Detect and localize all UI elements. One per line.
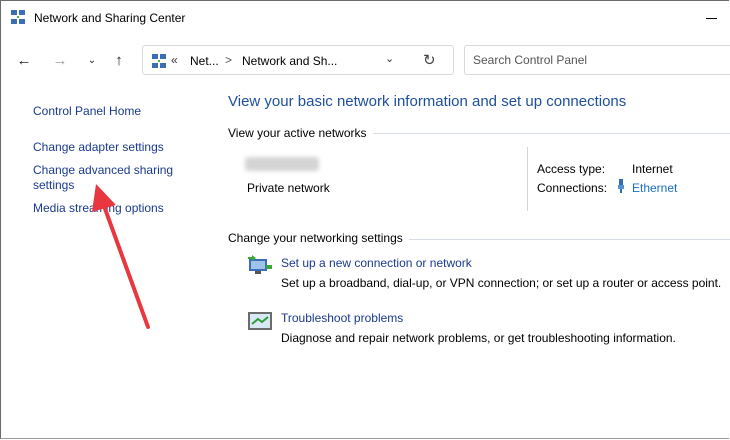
window: Network and Sharing Center ← → ⌄ ↑ « Net… [0,0,730,439]
network-name-redacted [245,157,319,171]
access-type-label: Access type: [537,162,606,176]
breadcrumb-item[interactable]: Net... [190,54,219,68]
change-settings-label: Change your networking settings [228,231,409,245]
connections-label: Connections: [537,181,608,195]
breadcrumb-separator[interactable]: > [225,53,232,67]
ethernet-connection-link[interactable]: Ethernet [632,181,677,195]
network-type: Private network [247,181,330,195]
page-title: View your basic network information and … [228,93,627,110]
minimize-button[interactable] [701,9,730,29]
network-center-icon [11,10,25,24]
recent-locations-chevron-icon[interactable]: ⌄ [82,51,102,71]
sidebar-link-change-advanced-sharing[interactable]: Change advanced sharing settings [33,163,193,193]
minimize-icon [706,18,717,19]
setup-new-connection-description: Set up a broadband, dial-up, or VPN conn… [281,276,722,290]
title-bar[interactable]: Network and Sharing Center [1,1,730,35]
search-input[interactable] [471,52,725,68]
search-box[interactable] [464,45,730,75]
control-panel-icon [152,54,166,68]
navigation-bar: ← → ⌄ ↑ « Net... > Network and Sh... ⌄ ↻ [1,41,730,81]
refresh-icon[interactable]: ↻ [423,51,436,69]
troubleshoot-icon [248,312,272,330]
breadcrumb-item[interactable]: Network and Sh... [242,54,337,68]
sidebar-link-change-adapter-settings[interactable]: Change adapter settings [33,140,164,155]
setup-new-connection-link[interactable]: Set up a new connection or network [281,256,472,270]
active-networks-label: View your active networks [228,126,373,140]
vertical-divider [527,147,528,211]
back-arrow-icon[interactable]: ← [14,51,34,71]
divider [369,133,730,134]
up-arrow-icon[interactable]: ↑ [109,51,129,71]
access-type-value: Internet [632,162,673,176]
breadcrumb-overflow-icon[interactable]: « [171,53,178,67]
address-dropdown-chevron-icon[interactable]: ⌄ [385,52,394,65]
new-connection-icon [248,255,272,274]
divider [405,239,730,240]
troubleshoot-problems-link[interactable]: Troubleshoot problems [281,311,403,325]
ethernet-icon [618,179,624,193]
sidebar-link-control-panel-home[interactable]: Control Panel Home [33,104,141,119]
forward-arrow-icon[interactable]: → [50,51,70,71]
troubleshoot-problems-description: Diagnose and repair network problems, or… [281,331,676,345]
sidebar-link-media-streaming[interactable]: Media streaming options [33,201,164,216]
window-title: Network and Sharing Center [34,11,186,25]
address-bar[interactable]: « Net... > Network and Sh... ⌄ ↻ [142,45,454,75]
